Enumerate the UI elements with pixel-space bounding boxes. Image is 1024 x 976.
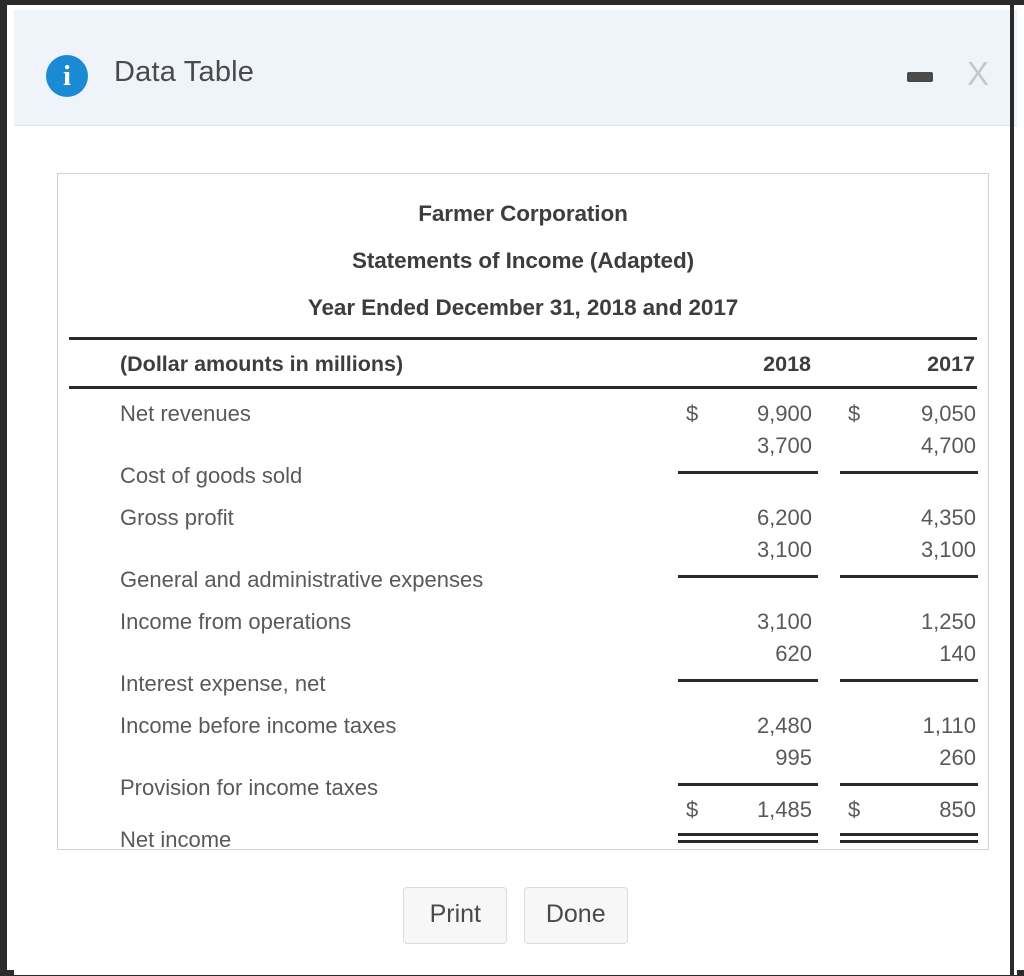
column-rule: [678, 575, 818, 578]
dialog-title: Data Table: [114, 56, 255, 88]
amount-2018: 6,200: [756, 505, 812, 530]
data-table-dialog: i Data Table X Farmer Corporation Statem…: [14, 10, 1017, 975]
amount-2017: 1,110: [922, 713, 976, 738]
column-rule: [678, 833, 818, 836]
minimize-button[interactable]: [905, 60, 935, 92]
row-label: Provision for income taxes: [120, 775, 378, 800]
table-row: Cost of goods sold 3,700 4,700: [58, 433, 988, 493]
statement-rows: Net revenues $9,900 $9,050 Cost of goods so…: [58, 389, 988, 857]
dialog-footer: Print Done: [14, 887, 1017, 944]
amount-2018: 995: [775, 745, 812, 770]
column-header-row: (Dollar amounts in millions) 2018 2017: [58, 340, 988, 386]
info-icon: i: [46, 55, 88, 97]
row-label: Cost of goods sold: [120, 463, 303, 488]
column-header-2017: 2017: [927, 352, 975, 376]
page-frame: i Data Table X Farmer Corporation Statem…: [0, 0, 1024, 976]
amount-2018: 9,900: [756, 401, 812, 426]
table-row: Interest expense, net 620 140: [58, 641, 988, 701]
amount-2017: 1,250: [920, 609, 976, 634]
units-label: (Dollar amounts in millions): [120, 352, 404, 376]
column-rule-double: [678, 840, 818, 843]
amount-2018: 3,700: [756, 433, 812, 458]
amount-2017: 4,700: [920, 433, 976, 458]
amount-2018: 3,100: [756, 537, 812, 562]
amount-2018: 3,100: [756, 609, 812, 634]
row-label: Net revenues: [120, 401, 251, 426]
row-label: Net income: [120, 827, 232, 852]
statement-container: Farmer Corporation Statements of Income …: [57, 173, 989, 852]
page-right-border: [1010, 0, 1014, 976]
minimize-icon: [907, 72, 933, 82]
statement-title: Statements of Income (Adapted): [351, 248, 695, 273]
amount-2017: 4,350: [920, 505, 976, 530]
statement-period: Year Ended December 31, 2018 and 2017: [307, 295, 739, 320]
amount-2017: 3,100: [920, 537, 976, 562]
close-button[interactable]: X: [961, 52, 995, 96]
column-rule: [840, 471, 978, 474]
row-label: Gross profit: [120, 505, 234, 530]
amount-2017: 9,050: [920, 401, 976, 426]
row-label: Income before income taxes: [120, 713, 397, 738]
column-rule: [840, 679, 978, 682]
column-rule: [840, 783, 978, 786]
company-name: Farmer Corporation: [418, 201, 628, 226]
column-rule: [840, 575, 978, 578]
column-rule-double: [840, 840, 978, 843]
dialog-titlebar: i Data Table X: [14, 10, 1017, 126]
done-button[interactable]: Done: [523, 887, 628, 944]
amount-2017: 260: [939, 745, 976, 770]
row-label: Income from operations: [120, 609, 352, 634]
amount-2018: 1,485: [756, 797, 812, 822]
row-label: General and administrative expenses: [120, 567, 484, 592]
column-rule: [840, 833, 978, 836]
table-row: Net income $1,485 $850: [58, 797, 988, 857]
column-rule: [678, 471, 818, 474]
row-label: Interest expense, net: [120, 671, 326, 696]
column-rule: [678, 679, 818, 682]
print-button[interactable]: Print: [403, 887, 508, 944]
amount-2017: 140: [939, 641, 976, 666]
table-row: General and administrative expenses 3,100…: [58, 537, 988, 597]
column-rule: [678, 783, 818, 786]
column-header-2018: 2018: [763, 352, 811, 376]
amount-2018: 2,480: [756, 713, 812, 738]
amount-2017: 850: [939, 797, 976, 822]
amount-2018: 620: [775, 641, 812, 666]
